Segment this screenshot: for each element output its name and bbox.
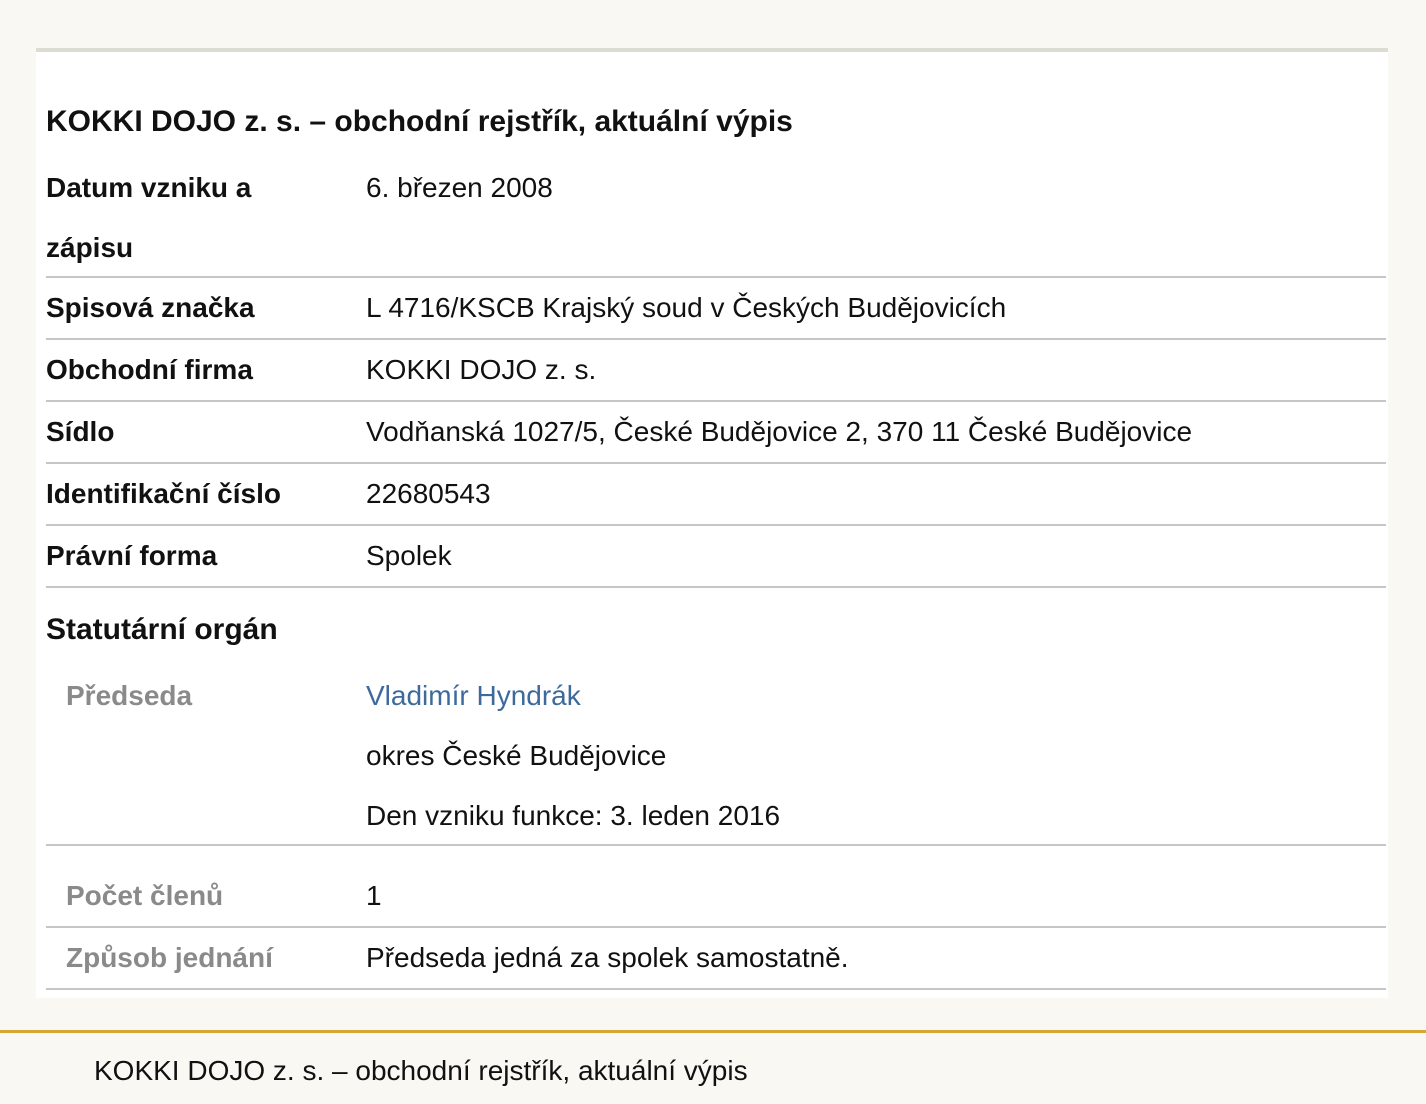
chairman-label: Předseda (66, 680, 193, 711)
page-title: KOKKI DOJO z. s. – obchodní rejstřík, ak… (46, 105, 793, 138)
legal-form-label: Právní forma (46, 540, 218, 571)
chairman-district: okres České Budějovice (366, 740, 667, 771)
legal-form-value: Spolek (366, 540, 452, 571)
file-number-label: Spisová značka (46, 292, 255, 323)
founded-value: 6. březen 2008 (366, 172, 553, 203)
row-file-number: Spisová značka L 4716/KSCB Krajský soud … (46, 278, 1386, 340)
business-name-value: KOKKI DOJO z. s. (366, 354, 597, 385)
member-count-label: Počet členů (66, 880, 224, 911)
statutory-heading: Statutární orgán (46, 613, 278, 646)
row-chairman: Předseda Vladimír Hyndrák okres České Bu… (46, 666, 1386, 846)
file-number-value: L 4716/KSCB Krajský soud v Českých Buděj… (366, 292, 1007, 323)
row-member-count: Počet členů 1 (46, 864, 1386, 928)
seat-value: Vodňanská 1027/5, České Budějovice 2, 37… (366, 416, 1193, 447)
row-founded: Datum vzniku a zápisu 6. březen 2008 (46, 158, 1386, 278)
acting-method-label: Způsob jednání (66, 942, 273, 973)
row-id-number: Identifikační číslo 22680543 (46, 464, 1386, 526)
id-number-label: Identifikační číslo (46, 478, 281, 509)
seat-label: Sídlo (46, 416, 115, 447)
chairman-since: Den vzniku funkce: 3. leden 2016 (366, 800, 781, 831)
founded-label: Datum vzniku a zápisu (46, 172, 252, 263)
footer-title: KOKKI DOJO z. s. – obchodní rejstřík, ak… (94, 1055, 748, 1086)
acting-method-value: Předseda jedná za spolek samostatně. (366, 942, 849, 973)
business-name-label: Obchodní firma (46, 354, 253, 385)
chairman-name-link[interactable]: Vladimír Hyndrák (366, 680, 581, 711)
id-number-value: 22680543 (366, 478, 491, 509)
registry-card: KOKKI DOJO z. s. – obchodní rejstřík, ak… (36, 48, 1388, 998)
row-seat: Sídlo Vodňanská 1027/5, České Budějovice… (46, 402, 1386, 464)
row-acting-method: Způsob jednání Předseda jedná za spolek … (46, 928, 1386, 990)
row-business-name: Obchodní firma KOKKI DOJO z. s. (46, 340, 1386, 402)
footer: KOKKI DOJO z. s. – obchodní rejstřík, ak… (0, 1030, 1426, 1104)
member-count-value: 1 (366, 880, 382, 911)
row-legal-form: Právní forma Spolek (46, 526, 1386, 588)
chairman-value: Vladimír Hyndrák okres České Budějovice … (366, 666, 780, 846)
